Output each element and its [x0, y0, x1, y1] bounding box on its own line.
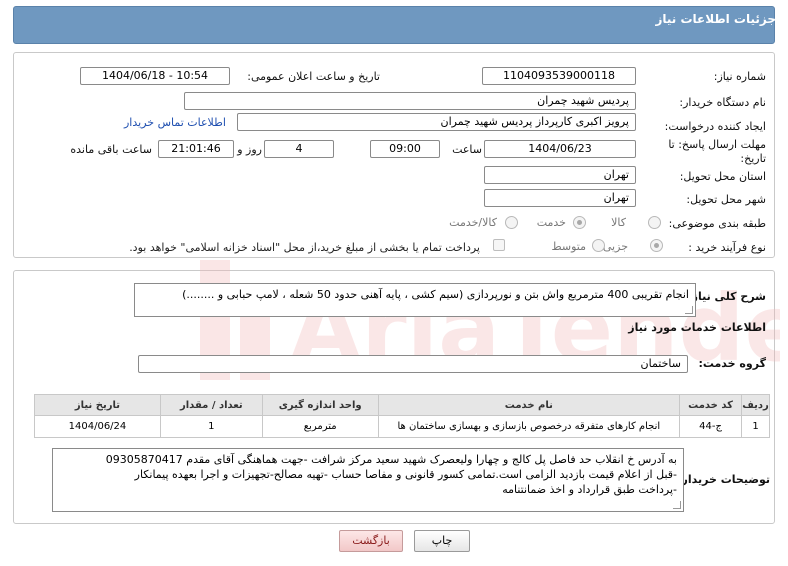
need-summary-text: انجام تقریبی 400 مترمربع واش بتن و نورپر…	[182, 288, 689, 301]
buyer-notes-textarea[interactable]: به آدرس خ انقلاب حد فاصل پل کالج و چهارا…	[52, 448, 684, 512]
buyer-notes-label: توضیحات خریدار:	[677, 473, 770, 486]
process-medium-label: متوسط	[551, 240, 586, 253]
need-summary-label: شرح کلی نیاز:	[687, 290, 766, 303]
need-number-label: شماره نیاز:	[713, 70, 766, 83]
province-label: استان محل تحویل:	[679, 170, 766, 183]
category-goods-service-radio[interactable]	[505, 216, 518, 229]
deadline-date-label: تاریخ:	[740, 152, 766, 165]
column-header-quantity: تعداد / مقدار	[159, 394, 263, 416]
column-header-row-number: ردیف	[741, 394, 770, 416]
buyer-notes-line-3: -پرداخت طبق قرارداد و اخذ ضمانتنامه	[502, 483, 677, 496]
requester-field[interactable]: پرویز اکبری کارپرداز پردیس شهید چمران	[237, 113, 636, 131]
category-service-radio[interactable]	[573, 216, 586, 229]
buyer-notes-line-1: به آدرس خ انقلاب حد فاصل پل کالج و چهارا…	[105, 453, 677, 466]
cell-service-code: ج-44	[679, 415, 743, 438]
process-minor-radio[interactable]	[650, 239, 663, 252]
column-header-unit: واحد اندازه گیری	[261, 394, 379, 416]
column-header-service-code: کد خدمت	[679, 394, 743, 416]
deadline-time-field[interactable]: 09:00	[370, 140, 440, 158]
cell-quantity: 1	[159, 415, 263, 438]
table-header-row: ردیف کد خدمت نام خدمت واحد اندازه گیری ت…	[34, 394, 770, 416]
service-group-field[interactable]: ساختمان	[138, 355, 688, 373]
category-service-label: خدمت	[536, 216, 566, 229]
requester-label: ایجاد کننده درخواست:	[664, 120, 766, 133]
process-medium-radio[interactable]	[592, 239, 605, 252]
category-goods-radio[interactable]	[648, 216, 661, 229]
time-remaining-field[interactable]: 21:01:46	[158, 140, 234, 158]
cell-need-date: 1404/06/24	[34, 415, 161, 438]
announce-datetime-field[interactable]: 1404/06/18 - 10:54	[80, 67, 230, 85]
cell-service-name: انجام کارهای متفرقه درخصوص بازسازی و بهس…	[377, 415, 681, 438]
cell-unit: مترمربع	[261, 415, 379, 438]
process-type-label: نوع فرآیند خرید :	[688, 241, 766, 254]
city-label: شهر محل تحویل:	[686, 193, 766, 206]
buyer-org-field[interactable]: پردیس شهید چمران	[184, 92, 636, 110]
category-goods-service-label: کالا/خدمت	[449, 216, 497, 229]
column-header-need-date: تاریخ نیاز	[34, 394, 161, 416]
column-header-service-name: نام خدمت	[377, 394, 681, 416]
cell-row-number: 1	[741, 415, 770, 438]
announce-datetime-label: تاریخ و ساعت اعلان عمومی:	[247, 70, 380, 83]
page-title: جزئیات اطلاعات نیاز	[655, 12, 776, 26]
need-summary-textarea[interactable]: انجام تقریبی 400 مترمربع واش بتن و نورپر…	[134, 283, 696, 317]
service-group-label: گروه خدمت:	[698, 357, 766, 370]
services-table: ردیف کد خدمت نام خدمت واحد اندازه گیری ت…	[34, 394, 770, 438]
deadline-time-label: ساعت	[452, 143, 482, 156]
back-button[interactable]: بازگشت	[339, 530, 403, 552]
print-button[interactable]: چاپ	[414, 530, 470, 552]
table-row: 1 ج-44 انجام کارهای متفرقه درخصوص بازساز…	[34, 415, 770, 438]
buyer-org-label: نام دستگاه خریدار:	[679, 96, 766, 109]
buyer-notes-line-2: -قبل از اعلام قیمت بازدید الزامی است.تما…	[134, 468, 677, 481]
province-field[interactable]: تهران	[484, 166, 636, 184]
process-minor-label: جزیی	[602, 240, 628, 253]
treasury-note: پرداخت تمام یا بخشی از مبلغ خرید،از محل …	[129, 241, 480, 254]
resize-handle[interactable]	[685, 306, 693, 314]
treasury-checkbox[interactable]	[493, 239, 505, 251]
buyer-contact-link[interactable]: اطلاعات تماس خریدار	[124, 116, 226, 129]
days-remaining-field[interactable]: 4	[264, 140, 334, 158]
time-remaining-label: ساعت باقی مانده	[70, 143, 152, 156]
services-section-title: اطلاعات خدمات مورد نیاز	[628, 321, 766, 334]
need-number-field[interactable]: 1104093539000118	[482, 67, 636, 85]
days-label: روز و	[237, 143, 262, 156]
resize-handle[interactable]	[673, 501, 681, 509]
category-goods-label: کالا	[611, 216, 626, 229]
deadline-label: مهلت ارسال پاسخ: تا	[668, 138, 766, 151]
city-field[interactable]: تهران	[484, 189, 636, 207]
category-label: طبقه بندی موضوعی:	[668, 217, 766, 230]
deadline-date-field[interactable]: 1404/06/23	[484, 140, 636, 158]
